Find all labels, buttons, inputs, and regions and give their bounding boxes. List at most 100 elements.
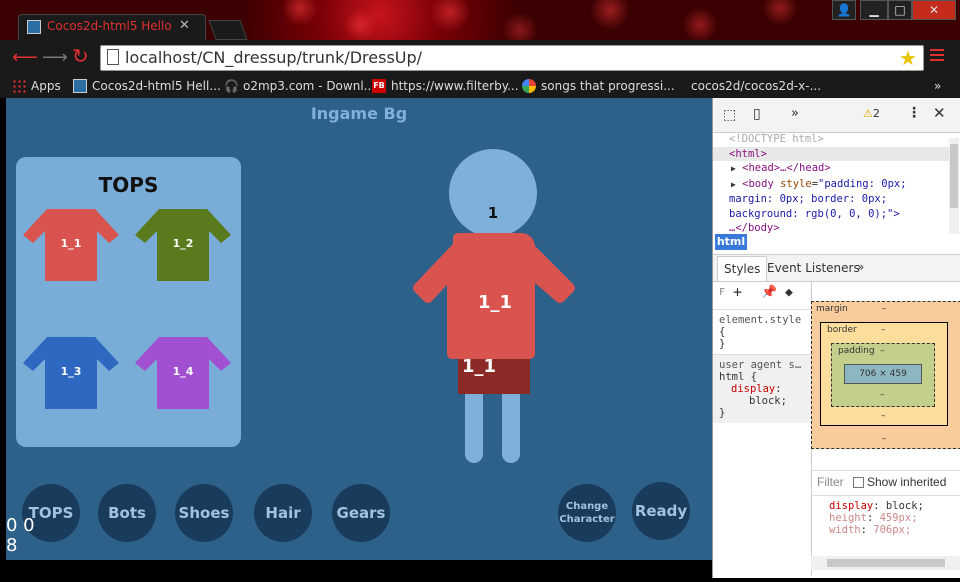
inspect-element-icon[interactable]: ⬚ <box>723 107 736 123</box>
bookmark-filterby[interactable]: FB https://www.filterby... <box>372 79 519 93</box>
elements-scrollbar[interactable] <box>949 138 959 234</box>
border-bottom-value: – <box>881 411 886 421</box>
shoes-category-button[interactable]: Shoes <box>175 484 233 542</box>
computed-hscrollbar[interactable] <box>811 556 960 570</box>
top-label: 1_1 <box>477 292 513 313</box>
ua-val: block; <box>749 395 787 407</box>
margin-bottom-value: – <box>882 434 887 444</box>
panel-title: TOPS <box>98 173 159 197</box>
bookmark-apps[interactable]: Apps <box>12 79 61 93</box>
expand-arrow-icon[interactable]: ▶ <box>731 180 736 189</box>
shirt-item-2[interactable]: 1_2 <box>133 207 233 283</box>
ua-declaration: display: <box>731 383 782 395</box>
padding-label: padding <box>838 346 875 356</box>
change-character-button[interactable]: Change Character <box>558 484 616 542</box>
game-canvas[interactable]: Ingame Bg TOPS 1_1 1_2 1_3 1_4 1 1_1 1_1… <box>6 98 712 560</box>
ready-button[interactable]: Ready <box>632 482 690 540</box>
user-agent-rule[interactable]: user agent s… html { display: block; } <box>713 355 811 423</box>
elements-tree[interactable]: <!DOCTYPE html> <html> ▶ <head>…</head> … <box>713 132 949 236</box>
new-style-rule-icon[interactable]: + <box>733 283 742 301</box>
chrome-menu-icon[interactable] <box>930 49 944 64</box>
bookmark-label: Cocos2d-html5 Hell... <box>92 79 221 93</box>
devtools-close-icon[interactable]: ✕ <box>933 104 946 122</box>
warning-counter[interactable]: ⚠2 <box>863 107 880 120</box>
shirt-item-3[interactable]: 1_3 <box>21 335 121 411</box>
window-titlebar: Cocos2d-html5 Hello Wo ✕ 👤 ▁ □ ✕ <box>0 0 960 40</box>
reload-icon[interactable]: ↻ <box>72 46 89 66</box>
button-label: Bots <box>108 504 146 522</box>
tops-panel: TOPS 1_1 1_2 1_3 1_4 <box>16 157 241 447</box>
ua-source: user agent s… <box>719 359 802 371</box>
maximize-button[interactable]: □ <box>888 0 912 20</box>
shirt-label: 1_4 <box>172 365 194 378</box>
element-style-rule[interactable]: element.style { } <box>713 310 811 355</box>
minimize-button[interactable]: ▁ <box>860 0 888 20</box>
tab-close-icon[interactable]: ✕ <box>179 18 190 33</box>
browser-toolbar: ⟵ ⟶ ↻ localhost/CN_dressup/trunk/DressUp… <box>0 40 960 76</box>
expand-arrow-icon[interactable]: ▶ <box>731 164 736 173</box>
browser-tab[interactable]: Cocos2d-html5 Hello Wo ✕ <box>18 14 206 40</box>
cocos-favicon-icon <box>73 79 87 93</box>
blank-favicon-icon <box>672 79 686 93</box>
bookmarks-overflow[interactable]: » <box>934 79 941 93</box>
tab-title: Cocos2d-html5 Hello Wo <box>47 19 173 33</box>
shirt-item-1[interactable]: 1_1 <box>21 207 121 283</box>
address-bar[interactable]: localhost/CN_dressup/trunk/DressUp/ ★ <box>100 45 924 71</box>
tabs-overflow[interactable]: » <box>857 256 864 278</box>
new-tab-button[interactable] <box>208 20 248 40</box>
bookmark-cocos[interactable]: Cocos2d-html5 Hell... <box>73 79 221 93</box>
margin-label: margin <box>816 304 848 314</box>
body-close: …</body> <box>729 222 780 234</box>
hscroll-thumb[interactable] <box>827 559 945 567</box>
tab-event-listeners[interactable]: Event Listeners <box>767 256 860 280</box>
border-box: border – padding – 706 × 459 – – <box>820 322 948 426</box>
show-inherited-checkbox[interactable] <box>853 477 864 488</box>
body-node[interactable]: ▶ <body style="padding: 0px; <box>713 177 949 193</box>
character[interactable]: 1 1_1 1_1 <box>410 148 580 468</box>
color-format-icon[interactable]: ◆ <box>785 285 793 300</box>
html-node[interactable]: <html> <box>713 146 949 161</box>
bots-category-button[interactable]: Bots <box>98 484 156 542</box>
computed-prop: height <box>829 512 867 524</box>
tab-styles[interactable]: Styles <box>717 256 768 281</box>
bookmark-google[interactable]: songs that progressi... <box>522 79 675 93</box>
bookmark-cocos2dx[interactable]: cocos2d/cocos2d-x-... <box>672 79 821 93</box>
bookmarks-bar: Apps Cocos2d-html5 Hell... 🎧 o2mp3.com -… <box>0 76 960 98</box>
computed-list: display: block; height: 459px; width: 70… <box>811 496 960 540</box>
button-label: Hair <box>265 504 301 522</box>
hair-category-button[interactable]: Hair <box>254 484 312 542</box>
brace-close: } <box>719 338 726 350</box>
device-mode-icon[interactable]: ▯ <box>753 106 761 122</box>
bookmark-star-icon[interactable]: ★ <box>899 46 917 70</box>
head-label: 1 <box>487 204 499 222</box>
devtools-menu-icon[interactable]: ⋮ <box>907 105 921 121</box>
computed-row[interactable]: width: 706px; <box>829 524 943 536</box>
filter-input[interactable]: Filter <box>817 475 844 489</box>
computed-value: block; <box>885 500 924 512</box>
computed-row[interactable]: height: 459px; <box>829 512 943 524</box>
styles-toolbar: F + 📌 ◆ <box>713 281 811 310</box>
computed-value: 459px; <box>879 512 918 524</box>
shirt-item-4[interactable]: 1_4 <box>133 335 233 411</box>
scroll-thumb[interactable] <box>950 144 958 208</box>
pin-state-icon[interactable]: 📌 <box>761 285 777 300</box>
gears-category-button[interactable]: Gears <box>332 484 390 542</box>
bookmark-o2mp3[interactable]: 🎧 o2mp3.com - Downl... <box>224 79 375 93</box>
show-inherited-label: Show inherited <box>867 475 947 489</box>
close-window-button[interactable]: ✕ <box>912 0 956 20</box>
styles-filter-f[interactable]: F <box>719 287 725 298</box>
button-label: Gears <box>336 504 386 522</box>
computed-row[interactable]: display: block; <box>829 500 943 512</box>
panels-overflow-icon[interactable]: » <box>791 106 799 121</box>
head-node[interactable]: ▶ <head>…</head> <box>713 161 949 177</box>
rule-selector: element.style <box>719 314 802 326</box>
button-label: Shoes <box>178 504 230 522</box>
google-icon <box>522 79 536 93</box>
doctype-node[interactable]: <!DOCTYPE html> <box>713 132 949 147</box>
page-icon <box>107 49 119 65</box>
back-arrow-icon[interactable]: ⟵ <box>12 49 38 67</box>
profile-icon[interactable]: 👤 <box>832 0 856 20</box>
breadcrumb-html[interactable]: html <box>715 234 747 250</box>
body-tag: <body <box>742 177 774 190</box>
forward-arrow-icon[interactable]: ⟶ <box>42 49 68 67</box>
